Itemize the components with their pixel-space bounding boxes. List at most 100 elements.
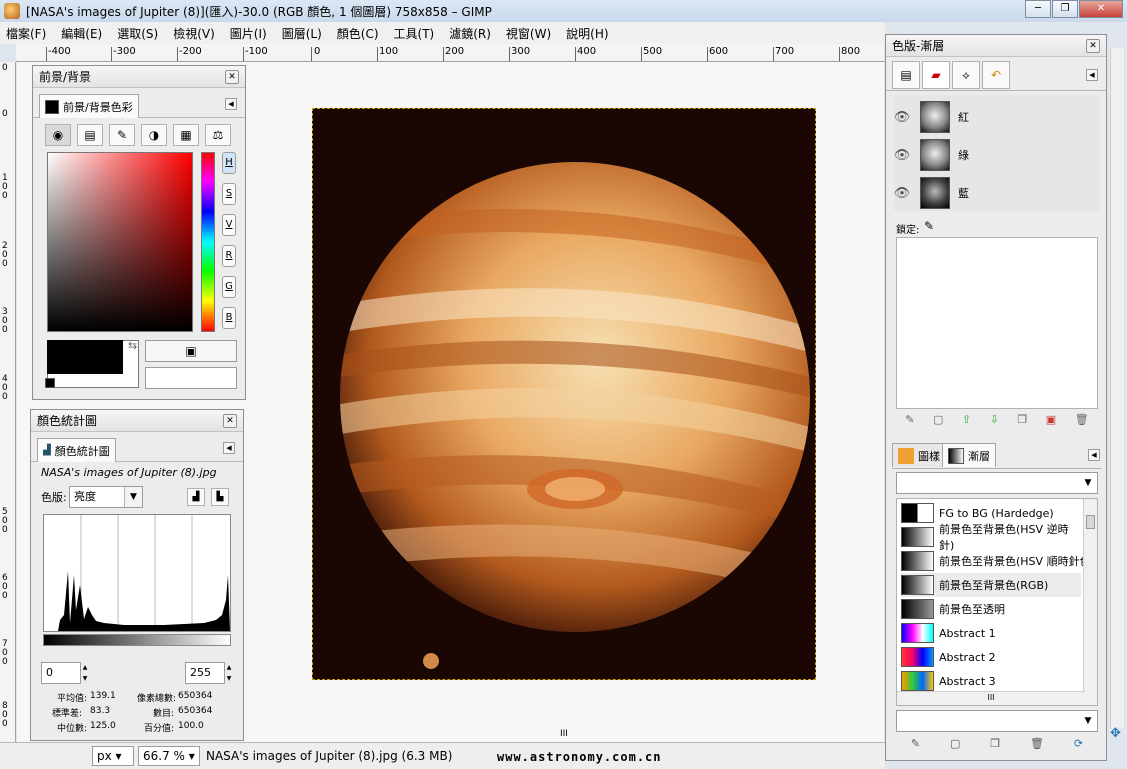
close-icon[interactable]: ✕ xyxy=(223,414,237,428)
new-gradient-icon[interactable]: ▢ xyxy=(950,737,960,755)
color-square[interactable] xyxy=(47,152,193,332)
delete-gradient-icon[interactable]: 🗑 xyxy=(1030,737,1044,755)
color-picker-button[interactable]: ▣ xyxy=(145,340,237,362)
color-wheel-icon[interactable]: ◑ xyxy=(141,124,167,146)
gimp-selector-icon[interactable]: ◉ xyxy=(45,124,71,146)
menu-colors[interactable]: 顏色(C) xyxy=(337,25,379,42)
duplicate-gradient-icon[interactable]: ❐ xyxy=(990,737,1000,755)
panel-menu-icon[interactable]: ◀ xyxy=(223,442,235,454)
default-colors-icon[interactable] xyxy=(45,378,55,388)
menu-file[interactable]: 檔案(F) xyxy=(6,25,46,42)
trash-icon[interactable]: 🗑 xyxy=(1075,413,1089,431)
menu-layer[interactable]: 圖層(L) xyxy=(282,25,322,42)
gradients-horizontal-scrollbar[interactable]: III xyxy=(897,691,1085,705)
maximize-button[interactable]: ❐ xyxy=(1052,0,1078,18)
fg-color-swatch[interactable] xyxy=(47,340,123,374)
b-channel-button[interactable]: B xyxy=(222,307,236,329)
range-min-spinner[interactable]: ▲ ▼ xyxy=(81,662,89,684)
eye-icon[interactable]: 👁 xyxy=(892,186,912,201)
tab-fg-bg-color[interactable]: 前景/背景色彩 xyxy=(39,94,139,118)
eye-icon[interactable]: 👁 xyxy=(892,110,912,125)
cmyk-selector-icon[interactable]: ▤ xyxy=(77,124,103,146)
edit-gradient-icon[interactable]: ✎ xyxy=(911,737,920,755)
brush-lock-icon[interactable]: ✎ xyxy=(924,219,934,233)
lower-icon[interactable]: ⇩ xyxy=(990,413,999,431)
v-channel-button[interactable]: V xyxy=(222,214,236,236)
menu-view[interactable]: 檢視(V) xyxy=(173,25,215,42)
paths-tab-icon[interactable]: ⟡ xyxy=(952,61,980,89)
gradient-swatch xyxy=(901,599,934,619)
tab-patterns[interactable]: 圖樣 xyxy=(892,443,946,467)
mean-label: 平均值: xyxy=(57,694,88,704)
menu-image[interactable]: 圖片(I) xyxy=(230,25,267,42)
gradient-bottom-filter[interactable]: ▼ xyxy=(896,710,1098,732)
gradient-swatch xyxy=(901,527,934,547)
tab-gradients[interactable]: 漸層 xyxy=(942,443,996,467)
menu-windows[interactable]: 視窗(W) xyxy=(506,25,551,42)
scales-icon[interactable]: ⚖ xyxy=(205,124,231,146)
palette-icon[interactable]: ▦ xyxy=(173,124,199,146)
zoom-select[interactable]: 66.7 % ▾ xyxy=(138,746,200,766)
raise-icon[interactable]: ⇧ xyxy=(962,413,971,431)
panel-menu-icon[interactable]: ◀ xyxy=(1088,449,1100,461)
close-icon[interactable]: ✕ xyxy=(225,70,239,84)
scrollbar-thumb[interactable] xyxy=(1086,515,1095,529)
horizontal-ruler[interactable]: -400 -300 -200 -100 0 100 200 300 400 50… xyxy=(16,44,884,62)
gradient-item[interactable]: Abstract 1 xyxy=(901,621,1081,645)
channel-row-red[interactable]: 👁 紅 xyxy=(892,99,1088,135)
channel-row-green[interactable]: 👁 綠 xyxy=(892,137,1088,173)
gradients-vertical-scrollbar[interactable] xyxy=(1083,499,1097,705)
canvas-scroll-grip[interactable]: III xyxy=(560,729,568,739)
gradient-item[interactable]: 前景色至背景色(HSV 順時針色相) xyxy=(901,549,1097,573)
count-label: 數目: xyxy=(153,709,175,719)
refresh-icon[interactable]: ⟳ xyxy=(1074,737,1083,755)
menu-edit[interactable]: 編輯(E) xyxy=(61,25,102,42)
to-selection-icon[interactable]: ▣ xyxy=(1046,413,1056,431)
gradient-item[interactable]: Abstract 2 xyxy=(901,645,1081,669)
close-button[interactable]: ✕ xyxy=(1079,0,1123,18)
watercolor-brush-icon[interactable]: ✎ xyxy=(109,124,135,146)
jupiter-image[interactable] xyxy=(312,108,816,680)
layers-tab-icon[interactable]: ▤ xyxy=(892,61,920,89)
minimize-button[interactable]: ─ xyxy=(1025,0,1051,18)
range-max-input[interactable]: 255 xyxy=(185,662,225,684)
vertical-ruler[interactable]: 0 0 100 200 300 400 500 600 700 800 xyxy=(0,62,16,742)
range-min-input[interactable]: 0 xyxy=(41,662,81,684)
panel-menu-icon[interactable]: ◀ xyxy=(1086,69,1098,81)
hue-slider[interactable] xyxy=(201,152,215,332)
tab-histogram[interactable]: ▟ 顏色統計圖 xyxy=(37,438,116,462)
h-channel-button[interactable]: H xyxy=(222,152,236,174)
range-max-spinner[interactable]: ▲ ▼ xyxy=(225,662,233,684)
edit-icon[interactable]: ✎ xyxy=(905,413,914,431)
close-icon[interactable]: ✕ xyxy=(1086,39,1100,53)
gradient-item[interactable]: 前景色至背景色(HSV 逆時針) xyxy=(901,523,1081,552)
navigate-icon[interactable]: ✥ xyxy=(1110,726,1126,742)
gradient-item[interactable]: Abstract 3 xyxy=(901,669,1081,693)
r-channel-button[interactable]: R xyxy=(222,245,236,267)
menu-filters[interactable]: 濾鏡(R) xyxy=(449,25,491,42)
channel-select[interactable]: 亮度 ▼ xyxy=(69,486,143,508)
eye-icon[interactable]: 👁 xyxy=(892,148,912,163)
swap-colors-icon[interactable]: ⇆ xyxy=(128,339,137,352)
s-channel-button[interactable]: S xyxy=(222,183,236,205)
channels-tab-icon[interactable]: ▰ xyxy=(922,61,950,89)
menu-help[interactable]: 說明(H) xyxy=(566,25,608,42)
duplicate-icon[interactable]: ❐ xyxy=(1017,413,1027,431)
unit-select[interactable]: px ▾ xyxy=(92,746,134,766)
gradient-tag-filter[interactable]: ▼ xyxy=(896,472,1098,494)
gradient-item[interactable]: 前景色至透明 xyxy=(901,597,1081,621)
channel-row-blue[interactable]: 👁 藍 xyxy=(892,175,1088,211)
gradient-item-selected[interactable]: 前景色至背景色(RGB) xyxy=(901,573,1081,597)
histogram-graph[interactable] xyxy=(43,514,231,632)
menu-select[interactable]: 選取(S) xyxy=(117,25,158,42)
g-channel-button[interactable]: G xyxy=(222,276,236,298)
hex-input[interactable] xyxy=(145,367,237,389)
new-channel-icon[interactable]: ▢ xyxy=(933,413,943,431)
log-histogram-icon[interactable]: ▙ xyxy=(211,488,229,506)
canvas-vertical-scrollbar[interactable] xyxy=(1110,48,1124,728)
undo-history-tab-icon[interactable]: ↶ xyxy=(982,61,1010,89)
panel-menu-icon[interactable]: ◀ xyxy=(225,98,237,110)
menu-tools[interactable]: 工具(T) xyxy=(394,25,435,42)
linear-histogram-icon[interactable]: ▟ xyxy=(187,488,205,506)
panel-title-text: 前景/背景 xyxy=(39,70,92,84)
